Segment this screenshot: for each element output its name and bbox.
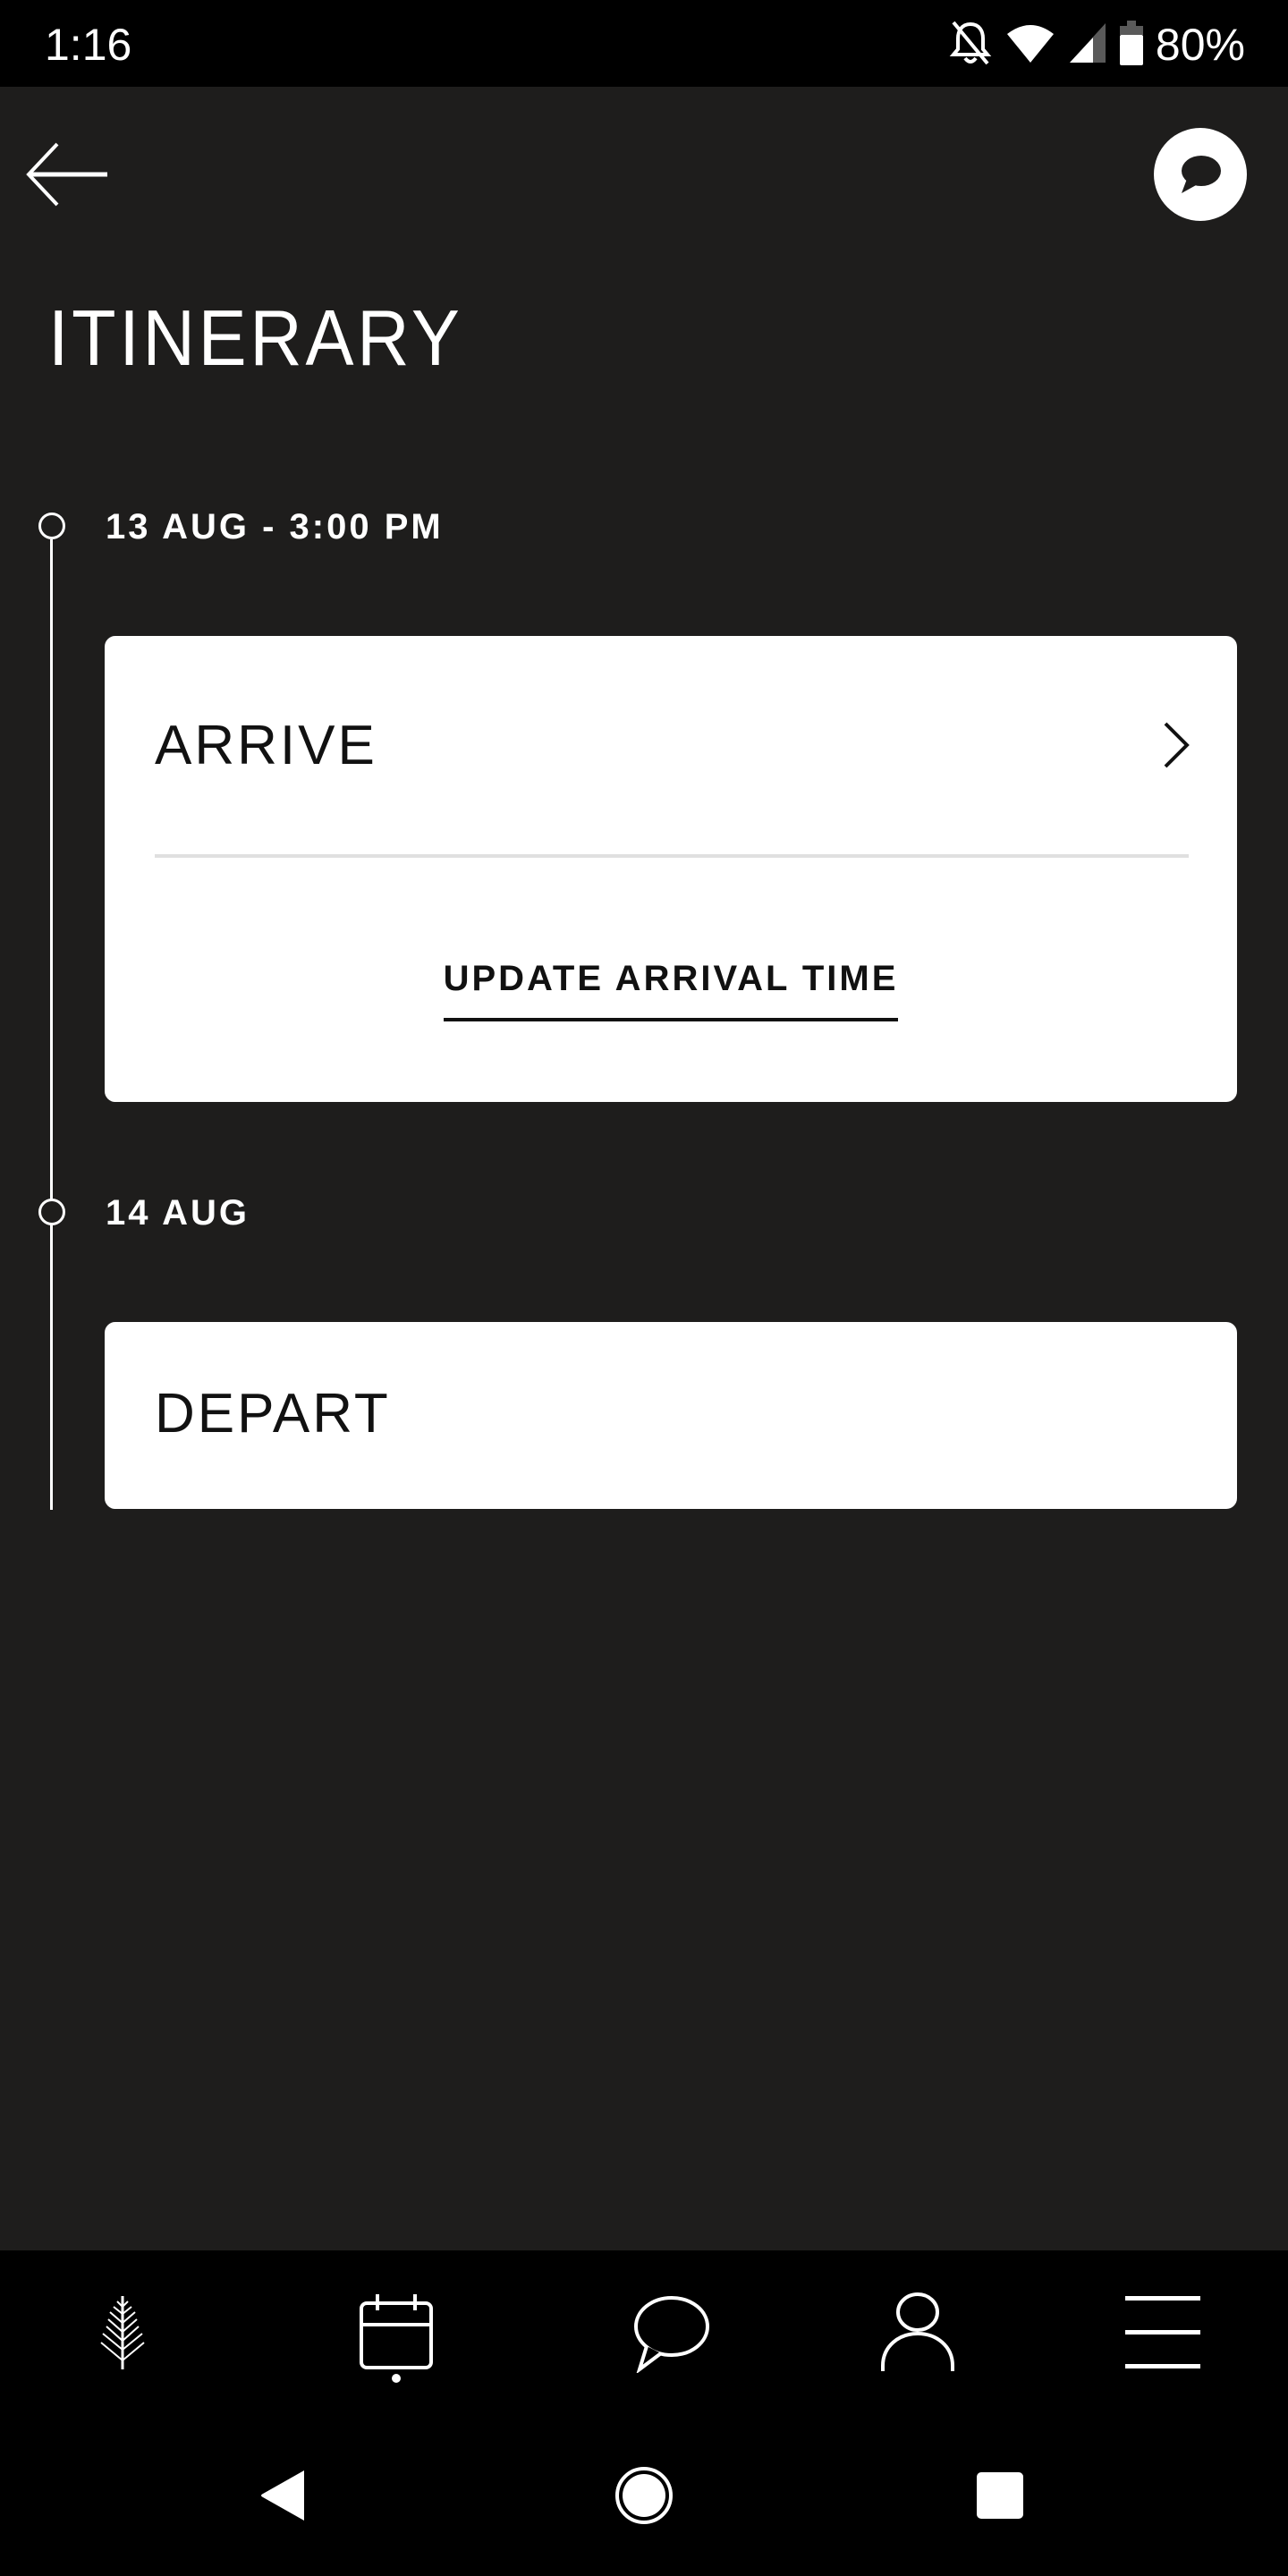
chevron-right-icon[interactable] [1160, 720, 1192, 775]
card-title: DEPART [155, 1383, 391, 1445]
wifi-icon [1005, 21, 1055, 69]
nav-item-menu[interactable] [1074, 2250, 1253, 2415]
arrive-card-header[interactable]: ARRIVE [105, 636, 1237, 856]
nav-item-chat[interactable] [581, 2250, 760, 2415]
status-icons: 80% [948, 16, 1245, 73]
notifications-off-icon [948, 19, 993, 72]
timeline-dot [38, 1199, 65, 1225]
recents-square-icon [977, 2472, 1023, 2519]
chat-button[interactable] [1154, 128, 1247, 221]
update-arrival-container: UPDATE ARRIVAL TIME [105, 957, 1237, 1021]
update-arrival-time-link[interactable]: UPDATE ARRIVAL TIME [443, 957, 899, 1021]
tree-logo-icon [100, 2296, 145, 2369]
person-icon [881, 2292, 954, 2371]
card-divider [155, 854, 1189, 858]
nav-item-itinerary[interactable] [307, 2250, 486, 2415]
timeline-date: 14 AUG [106, 1193, 250, 1233]
active-tab-indicator [392, 2374, 401, 2383]
depart-card[interactable]: DEPART [105, 1322, 1237, 1509]
arrow-left-icon [26, 142, 107, 207]
chat-bubble-icon [1182, 156, 1221, 193]
calendar-icon [360, 2294, 433, 2369]
timeline-date: 13 AUG - 3:00 PM [106, 507, 444, 547]
back-button[interactable] [23, 139, 113, 210]
cellular-signal-icon [1068, 21, 1107, 69]
page-title: ITINERARY [48, 293, 463, 382]
back-triangle-icon [261, 2470, 304, 2521]
home-circle-icon [615, 2467, 673, 2524]
battery-percentage: 80% [1155, 20, 1245, 70]
system-recents-button[interactable] [946, 2442, 1054, 2549]
chat-bubble-icon [634, 2296, 709, 2373]
status-time: 1:16 [45, 20, 132, 70]
nav-item-profile[interactable] [828, 2250, 1007, 2415]
card-title: ARRIVE [155, 715, 377, 776]
system-home-button[interactable] [590, 2442, 698, 2549]
timeline-line [50, 539, 53, 1510]
battery-icon [1119, 20, 1143, 70]
timeline-dot [38, 513, 65, 539]
system-back-button[interactable] [231, 2442, 338, 2549]
nav-item-home[interactable] [33, 2250, 212, 2415]
hamburger-menu-icon [1125, 2296, 1200, 2368]
